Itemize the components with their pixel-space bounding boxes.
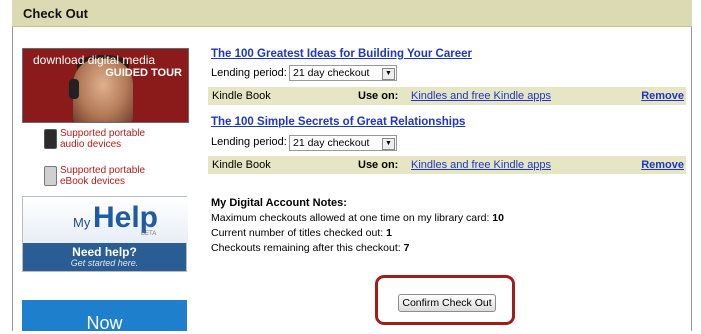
need-help-subtitle: Get started here. xyxy=(70,258,139,268)
audio-player-icon xyxy=(44,129,57,149)
myhelp-help-text: Help xyxy=(93,201,159,234)
chevron-down-icon[interactable]: ▼ xyxy=(382,68,395,80)
book-format-row: Kindle Book Use on: Kindles and free Kin… xyxy=(208,87,686,105)
guided-tour-banner[interactable]: download digital media GUIDED TOUR xyxy=(22,48,189,123)
remaining-checkouts-value: 7 xyxy=(403,242,410,254)
book-format: Kindle Book xyxy=(212,90,271,102)
lending-period-value: 21 day checkout xyxy=(293,67,370,79)
use-on-label: Use on: xyxy=(358,90,399,102)
myhelp-beta-text: BETA xyxy=(141,231,157,237)
headphones-icon xyxy=(69,79,79,99)
lending-period-select[interactable]: 21 day checkout ▼ xyxy=(289,135,397,151)
max-checkouts-value: 10 xyxy=(492,212,504,224)
book-format: Kindle Book xyxy=(212,159,271,171)
lending-period-label: Lending period: xyxy=(211,136,287,148)
account-notes-heading: My Digital Account Notes: xyxy=(211,197,347,209)
lending-period-select[interactable]: 21 day checkout ▼ xyxy=(289,65,397,81)
ebook-reader-icon xyxy=(44,166,57,186)
use-on-label: Use on: xyxy=(358,159,399,171)
ebook-devices-label[interactable]: Supported portable eBook devices xyxy=(60,165,180,187)
current-checkouts-note: Current number of titles checked out: 1 xyxy=(211,227,392,239)
book-format-row: Kindle Book Use on: Kindles and free Kin… xyxy=(208,156,686,174)
chevron-down-icon[interactable]: ▼ xyxy=(382,138,395,150)
page-title: Check Out xyxy=(23,6,89,21)
max-checkouts-label: Maximum checkouts allowed at one time on… xyxy=(211,212,490,224)
item-title-link[interactable]: The 100 Simple Secrets of Great Relation… xyxy=(211,116,465,128)
confirm-highlight-box: Confirm Check Out xyxy=(375,275,515,325)
kindle-apps-link[interactable]: Kindles and free Kindle apps xyxy=(411,90,551,102)
lending-period-value: 21 day checkout xyxy=(293,137,370,149)
remove-link[interactable]: Remove xyxy=(641,90,684,102)
confirm-checkout-button[interactable]: Confirm Check Out xyxy=(398,294,496,312)
need-help-title: Need help? xyxy=(72,245,137,259)
remove-link[interactable]: Remove xyxy=(641,159,684,171)
current-checkouts-label: Current number of titles checked out: xyxy=(211,227,384,239)
banner-subtitle: GUIDED TOUR xyxy=(105,67,182,79)
audio-devices-label[interactable]: Supported portable audio devices xyxy=(60,128,180,150)
now-banner[interactable]: Now xyxy=(22,300,187,333)
remaining-checkouts-note: Checkouts remaining after this checkout:… xyxy=(211,242,409,254)
header-bar: Check Out xyxy=(12,0,692,27)
max-checkouts-note: Maximum checkouts allowed at one time on… xyxy=(211,212,504,224)
myhelp-my-text: My xyxy=(73,215,91,230)
need-help-button[interactable]: Need help? Get started here. xyxy=(23,243,186,271)
banner-title: download digital media xyxy=(33,53,156,67)
myhelp-widget[interactable]: My Help BETA Need help? Get started here… xyxy=(22,196,188,272)
kindle-apps-link[interactable]: Kindles and free Kindle apps xyxy=(411,159,551,171)
item-title-link[interactable]: The 100 Greatest Ideas for Building Your… xyxy=(211,48,472,60)
remaining-checkouts-label: Checkouts remaining after this checkout: xyxy=(211,242,401,254)
myhelp-logo: My Help BETA xyxy=(23,197,188,243)
current-checkouts-value: 1 xyxy=(386,227,392,239)
lending-period-label: Lending period: xyxy=(211,67,287,79)
